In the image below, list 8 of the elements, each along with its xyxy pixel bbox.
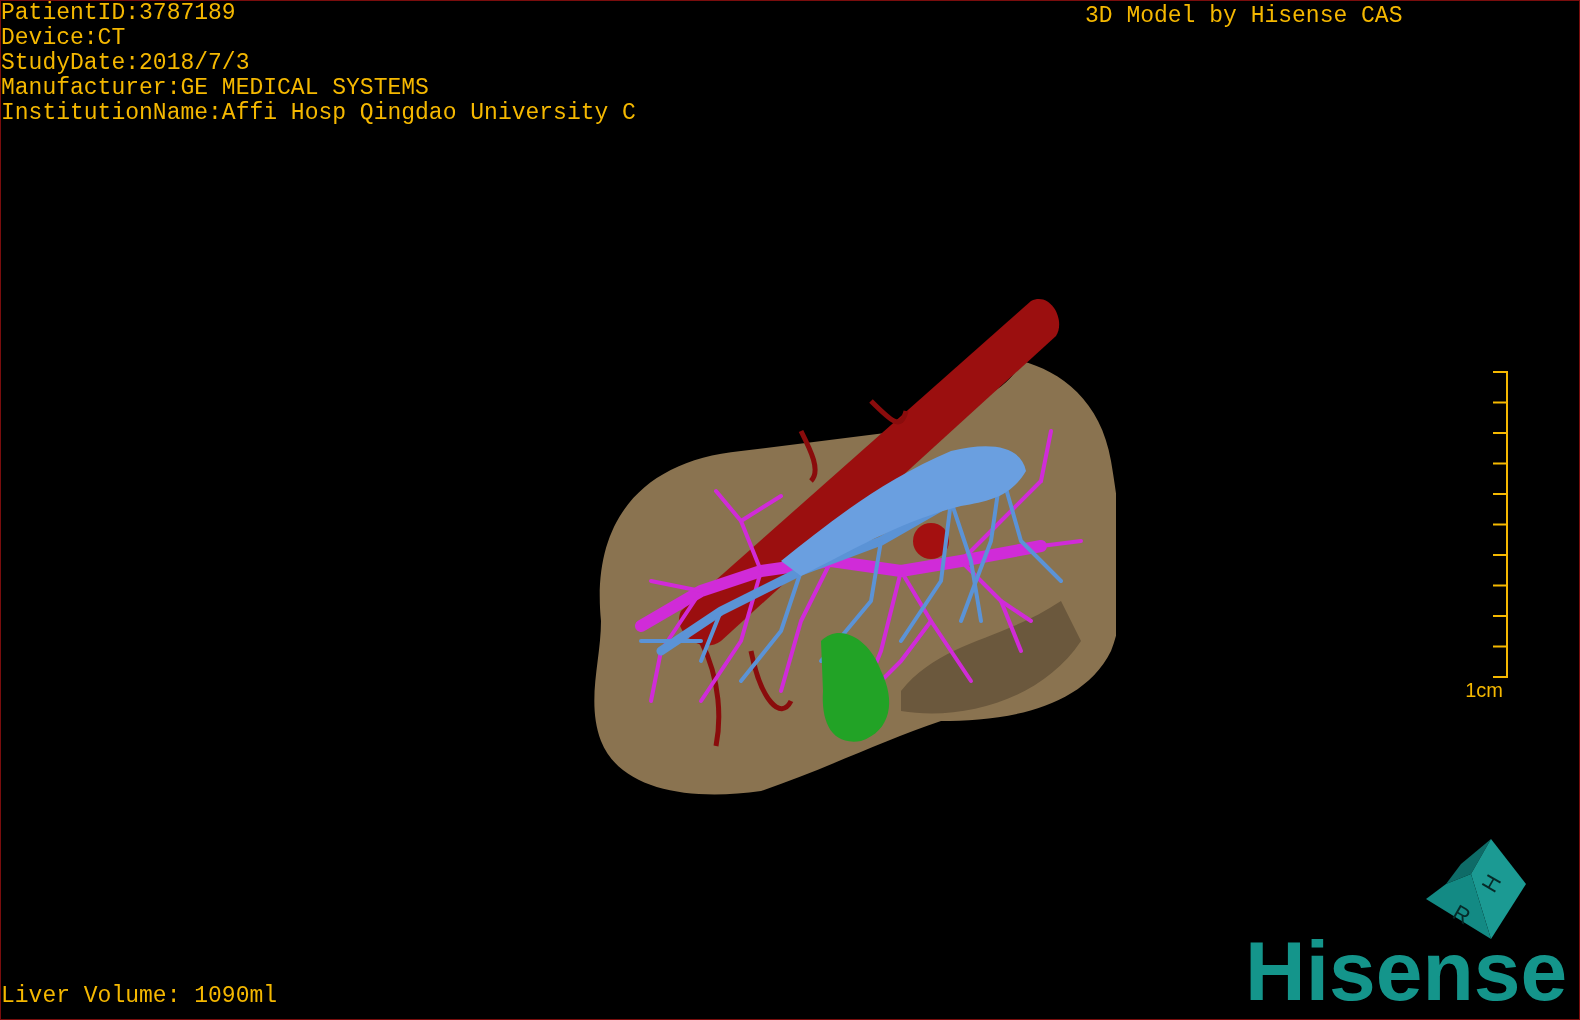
study-info-line: InstitutionName:Affi Hosp Qingdao University C	[1, 101, 636, 126]
study-info-line: PatientID:3787189	[1, 1, 237, 26]
liver-volume: Liver Volume: 1090ml	[1, 982, 278, 1011]
study-info-line: StudyDate:2018/7/3	[1, 51, 251, 76]
study-info-line: Manufacturer:GE MEDICAL SYSTEMS	[1, 76, 430, 101]
model-credit: 3D Model by Hisense CAS	[1085, 2, 1403, 31]
scale-bar: 1cm	[1449, 371, 1509, 701]
study-info-line: Device:CT	[1, 26, 127, 51]
